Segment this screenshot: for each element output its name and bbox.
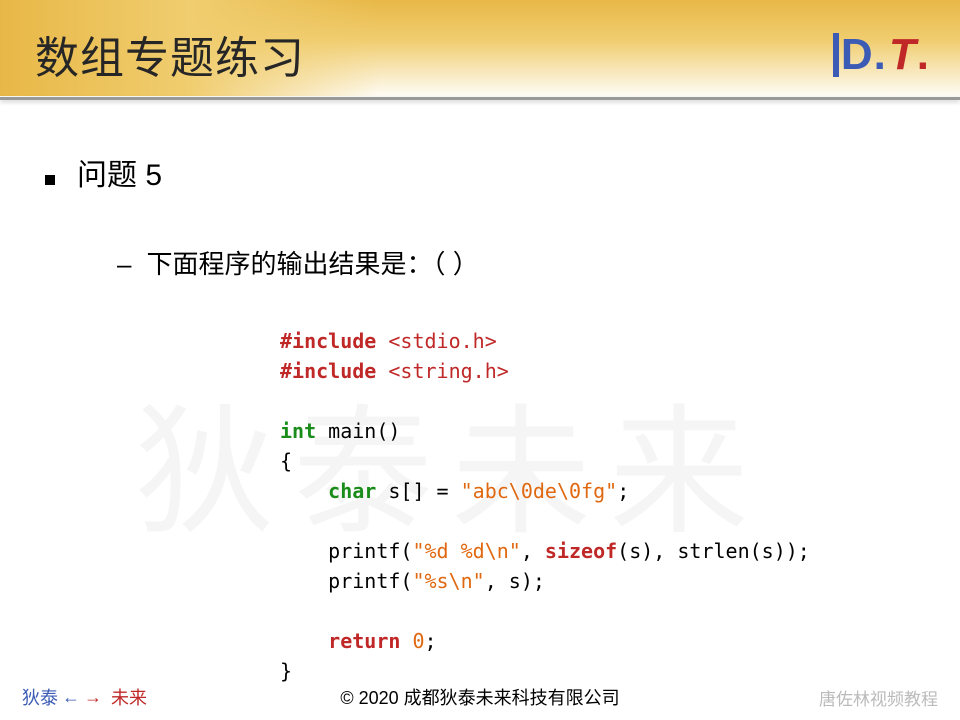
dash-icon: – xyxy=(117,249,131,280)
bullet-square-icon xyxy=(45,175,55,185)
arrow-right-icon: → xyxy=(84,687,102,708)
code-line: char s[] = "abc\0de\0fg"; xyxy=(280,476,915,506)
bullet-item: 问题 5 xyxy=(45,150,915,194)
bullet-label: 问题 5 xyxy=(77,150,162,194)
code-line: #include <stdio.h> xyxy=(280,326,915,356)
code-line xyxy=(280,386,915,416)
logo: D.T. xyxy=(841,30,930,80)
arrow-left-icon: ← xyxy=(62,687,80,708)
sub-bullet-label: 下面程序的输出结果是：（ ） xyxy=(146,244,478,281)
code-line: printf("%d %d\n", sizeof(s), strlen(s)); xyxy=(280,536,915,566)
slide-content: 狄泰未来 问题 5 – 下面程序的输出结果是：（ ） #include <std… xyxy=(0,100,960,686)
slide-title: 数组专题练习 xyxy=(35,22,305,86)
sub-bullet-item: – 下面程序的输出结果是：（ ） xyxy=(117,244,915,281)
logo-d: D xyxy=(841,30,874,80)
code-block: #include <stdio.h> #include <string.h> i… xyxy=(280,326,915,686)
slide-header: 数组专题练习 D.T. xyxy=(0,0,960,100)
code-line: printf("%s\n", s); xyxy=(280,566,915,596)
code-line: #include <string.h> xyxy=(280,356,915,386)
logo-t: T xyxy=(889,30,917,79)
code-line: { xyxy=(280,446,915,476)
code-line xyxy=(280,506,915,536)
slide-footer: 狄泰 ←→ 未来 © 2020 成都狄泰未来科技有限公司 唐佐林视频教程 xyxy=(0,684,960,710)
footer-author: 唐佐林视频教程 xyxy=(819,685,938,710)
footer-left: 狄泰 ←→ 未来 xyxy=(22,684,147,710)
code-line: } xyxy=(280,656,915,686)
footer-brand-left: 狄泰 xyxy=(22,684,58,710)
logo-dot2: . xyxy=(917,30,930,79)
code-line xyxy=(280,596,915,626)
footer-copyright: © 2020 成都狄泰未来科技有限公司 xyxy=(340,684,619,710)
code-line: return 0; xyxy=(280,626,915,656)
code-line: int main() xyxy=(280,416,915,446)
logo-dot1: . xyxy=(874,30,887,79)
footer-brand-right: 未来 xyxy=(111,684,147,710)
